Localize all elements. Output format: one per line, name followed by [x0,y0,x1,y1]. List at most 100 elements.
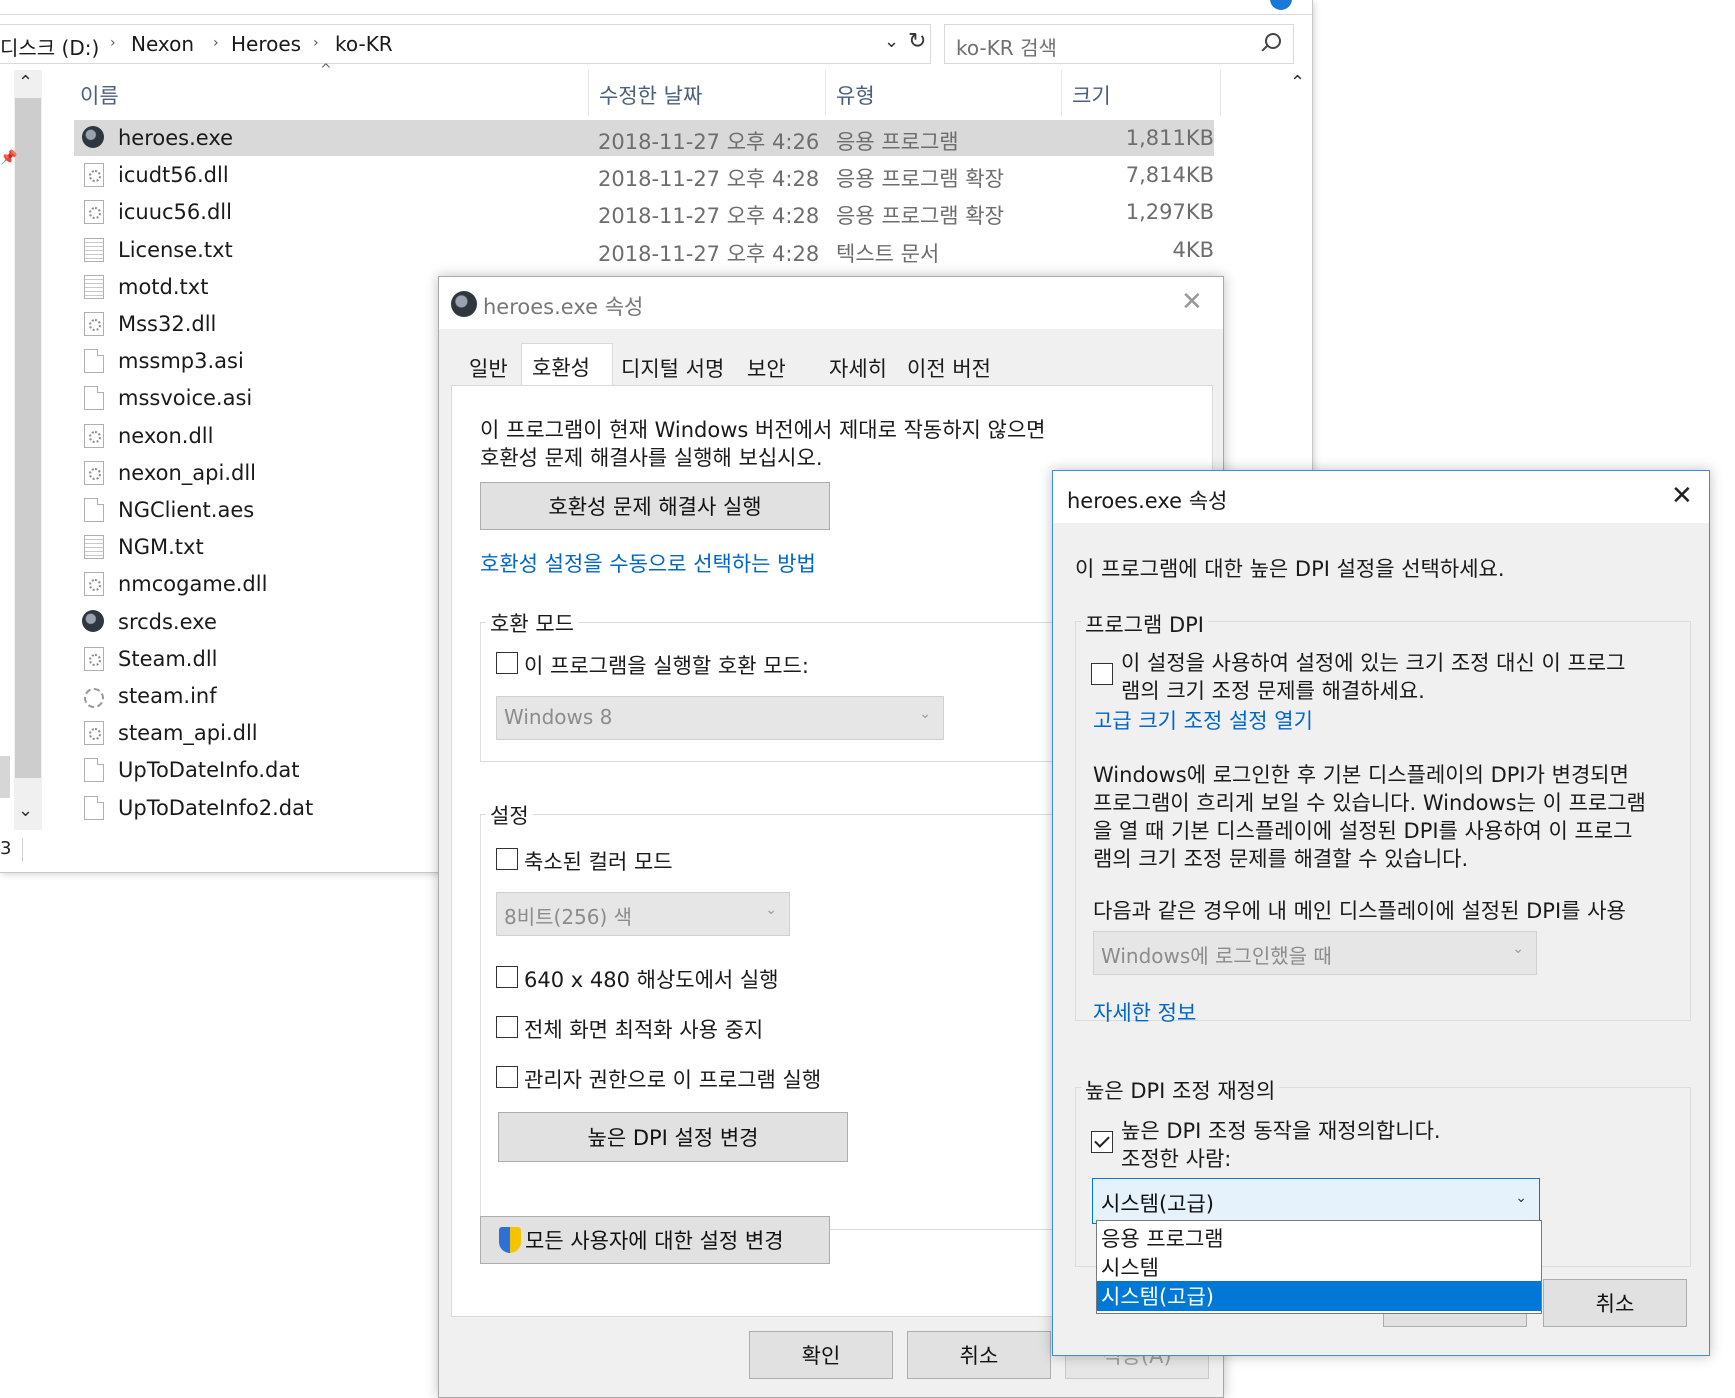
exe-icon [82,609,104,632]
dll-icon [84,721,104,746]
dll-icon [84,163,104,188]
file-type: 응용 프로그램 [836,130,959,154]
nav-selection-strip [0,756,10,798]
column-header-size[interactable]: 크기 [1072,80,1111,110]
ok-button[interactable]: 확인 [749,1331,893,1379]
chevron-up-icon[interactable]: ⌃ [18,72,33,93]
tab-security[interactable]: 보안 [743,347,809,385]
file-icon [84,795,104,820]
close-icon[interactable]: ✕ [1671,483,1693,509]
res-640-checkbox[interactable] [496,966,518,988]
column-header-date[interactable]: 수정한 날짜 [599,80,702,110]
column-header-type[interactable]: 유형 [836,80,875,110]
file-row[interactable]: icuuc56.dll 2018-11-27 오후 4:28 응용 프로그램 확장 1… [74,194,1214,230]
chevron-down-icon[interactable]: ⌄ [18,800,33,821]
file-name: heroes.exe [118,126,234,150]
dpi-override-label: 조정한 사람: [1121,1147,1232,1171]
file-name: Steam.dll [118,646,218,671]
divider[interactable] [1220,70,1221,116]
run-troubleshooter-button[interactable]: 호환성 문제 해결사 실행 [480,482,830,530]
dll-icon [84,646,104,671]
breadcrumb-heroes[interactable]: Heroes [231,32,301,56]
breadcrumb-ko-kr[interactable]: ko-KR [335,32,393,56]
manual-settings-link[interactable]: 호환성 설정을 수동으로 선택하는 방법 [480,548,816,578]
compat-mode-checkbox[interactable] [496,652,518,674]
file-row[interactable]: License.txt 2018-11-27 오후 4:28 텍스트 문서 4KB [74,232,1214,268]
file-name: Mss32.dll [118,312,217,336]
divider[interactable] [588,70,589,116]
dll-icon [84,423,104,448]
compat-mode-label: 이 프로그램을 실행할 호환 모드: [524,654,809,678]
use-dpi-when-select[interactable]: Windows에 로그인했을 때 ⌄ [1093,931,1537,975]
help-icon[interactable] [1270,0,1292,10]
dpi-override-checkbox[interactable] [1091,1131,1113,1153]
compat-mode-group-title: 호환 모드 [486,608,578,638]
txt-icon [84,535,104,560]
tab-general[interactable]: 일반 [463,347,521,385]
dll-icon [84,572,104,597]
tab-compatibility[interactable]: 호환성 [521,343,613,387]
divider[interactable] [825,70,826,116]
exe-icon [82,126,104,148]
tab-details[interactable]: 자세히 [825,347,889,385]
option-system[interactable]: 시스템 [1097,1252,1541,1282]
refresh-icon[interactable]: ↻ [908,29,926,54]
dialog-titlebar[interactable]: heroes.exe 속성 ✕ [439,277,1223,329]
run-admin-checkbox[interactable] [496,1066,518,1088]
file-name: License.txt [118,237,233,262]
advanced-scaling-link[interactable]: 고급 크기 조정 설정 열기 [1093,705,1313,735]
pin-icon: 📌 [0,150,18,166]
search-input[interactable]: ko-KR 검색 [944,24,1294,64]
compat-mode-select[interactable]: Windows 8 ⌄ [496,696,944,740]
color-mode-select[interactable]: 8비트(256) 색 ⌄ [496,892,790,936]
reduced-color-checkbox[interactable] [496,848,518,870]
tab-previous-versions[interactable]: 이전 버전 [905,347,1009,385]
option-application[interactable]: 응용 프로그램 [1097,1223,1541,1253]
program-dpi-checkbox[interactable] [1091,663,1113,685]
file-name: steam.inf [118,684,217,708]
res-640-label: 640 x 480 해상도에서 실행 [524,968,779,992]
disable-fullscreen-checkbox[interactable] [496,1016,518,1038]
file-icon [84,349,104,374]
file-row[interactable]: heroes.exe 2018-11-27 오후 4:26 응용 프로그램 1,811… [74,120,1214,156]
file-name: icuuc56.dll [118,200,232,225]
scaling-performed-by-select[interactable]: 시스템(고급) ⌄ [1092,1178,1540,1224]
file-name: nexon.dll [118,423,214,448]
file-row[interactable]: icudt56.dll 2018-11-27 오후 4:28 응용 프로그램 확장 7… [74,157,1214,193]
file-name: NGClient.aes [118,498,255,522]
cancel-button[interactable]: 취소 [907,1331,1051,1379]
dpi-explanation: 프로그램이 흐리게 보일 수 있습니다. Windows는 이 프로그램 [1093,791,1646,815]
file-size: 1,297KB [1125,200,1214,225]
dialog-titlebar[interactable]: heroes.exe 속성 ✕ [1053,471,1709,523]
breadcrumb-nexon[interactable]: Nexon [131,32,194,56]
nav-pane-scrollbar[interactable]: ⌃ ⌄ [14,70,42,830]
file-size: 1,811KB [1125,126,1214,150]
file-icon [84,498,104,522]
close-icon[interactable]: ✕ [1181,289,1203,315]
chevron-up-icon[interactable]: ⌃ [1290,72,1305,93]
more-info-link[interactable]: 자세한 정보 [1093,997,1196,1027]
search-icon[interactable] [1265,33,1281,49]
chevron-right-icon[interactable]: › [213,35,219,51]
divider[interactable] [1061,70,1062,116]
dpi-override-group-title: 높은 DPI 조정 재정의 [1081,1075,1280,1105]
tab-digital-signatures[interactable]: 디지털 서명 [617,347,735,385]
chevron-right-icon[interactable]: › [110,35,116,51]
address-bar[interactable]: 디스크 (D:) › Nexon › Heroes › ko-KR ⌄ ↻ [0,24,931,64]
program-dpi-label: 램의 크기 조정 문제를 해결하세요. [1121,679,1425,703]
file-name: icudt56.dll [118,163,229,188]
breadcrumb-drive[interactable]: 디스크 (D:) [0,32,99,61]
file-name: UpToDateInfo2.dat [118,795,314,820]
column-header-name[interactable]: 이름 [80,80,119,110]
option-system-enhanced[interactable]: 시스템(고급) [1097,1281,1541,1311]
scrollbar-thumb[interactable] [15,98,41,778]
chevron-down-icon[interactable]: ⌄ [884,31,899,52]
dialog-title: heroes.exe 속성 [1067,489,1228,513]
change-dpi-button[interactable]: 높은 DPI 설정 변경 [498,1112,848,1162]
inf-icon [84,688,104,708]
all-users-settings-button[interactable]: 모든 사용자에 대한 설정 변경 [480,1216,830,1264]
cancel-button[interactable]: 취소 [1543,1279,1687,1327]
ribbon-edge [0,0,1312,15]
divider [22,838,23,862]
chevron-right-icon[interactable]: › [313,35,319,51]
